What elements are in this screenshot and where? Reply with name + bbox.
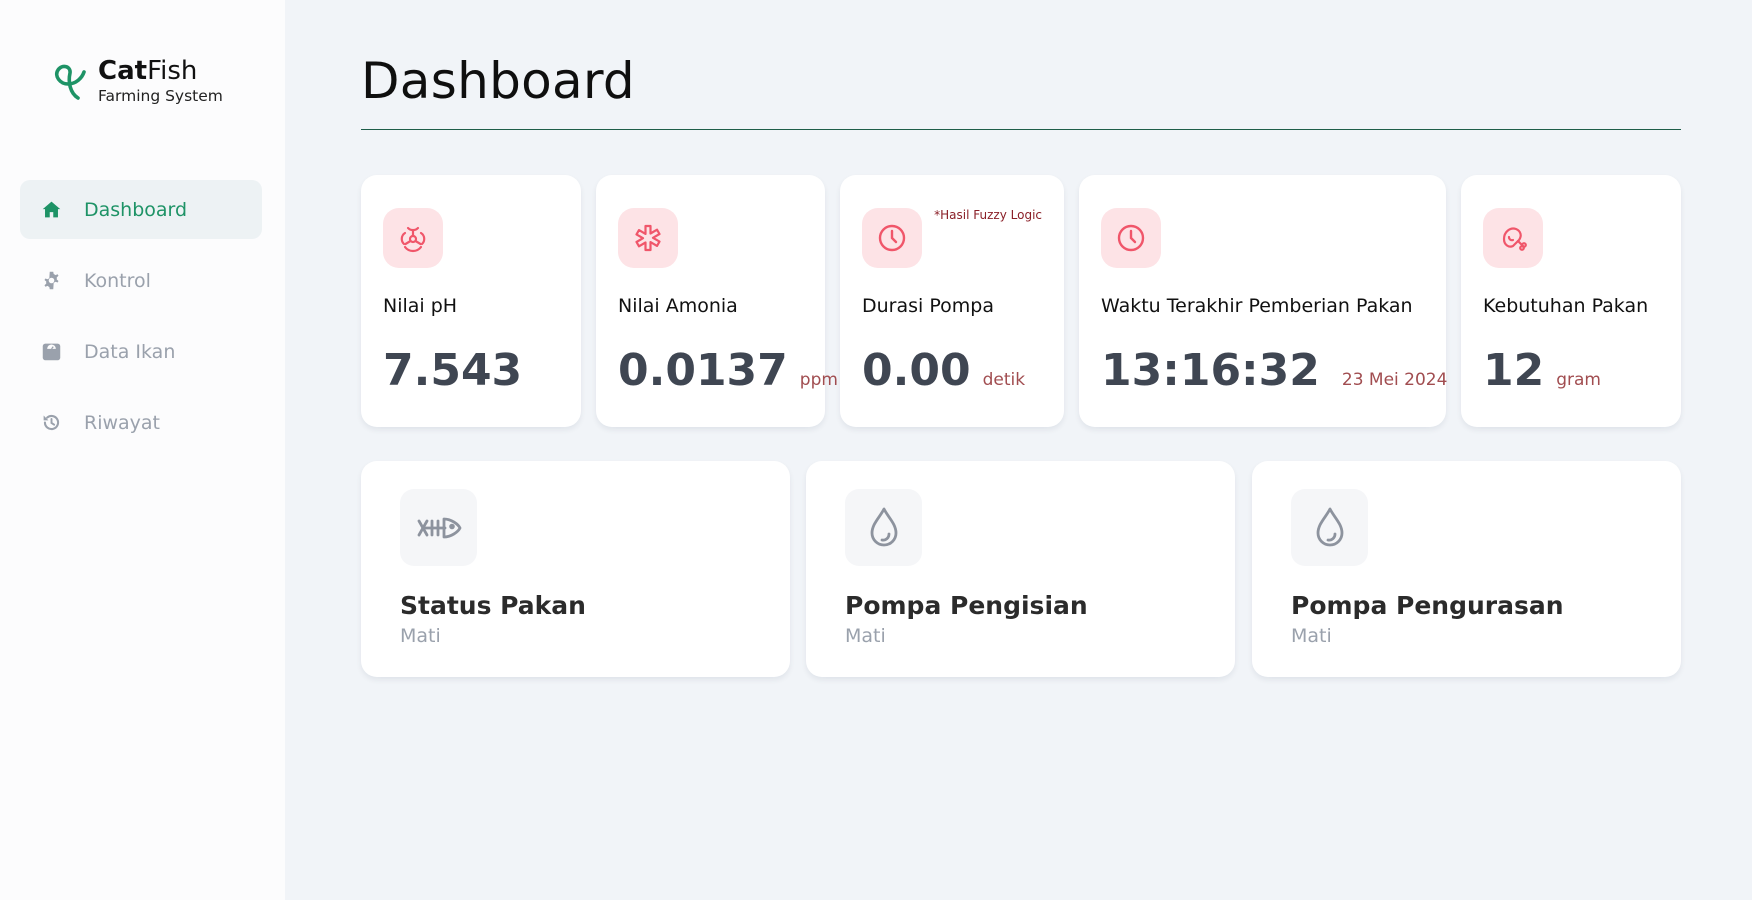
biohazard-icon bbox=[383, 208, 443, 268]
stat-date: 23 Mei 2024 bbox=[1341, 370, 1448, 390]
page-title: Dashboard bbox=[361, 52, 635, 110]
stat-card-amonia: Nilai Amonia 0.0137 ppm bbox=[596, 175, 838, 427]
status-card-pompa-pengurasan: Pompa Pengurasan Mati bbox=[1252, 461, 1681, 677]
status-value: Mati bbox=[845, 625, 886, 647]
sidebar-item-dashboard[interactable]: Dashboard bbox=[20, 180, 262, 239]
stat-card-ph: Nilai pH 7.543 bbox=[361, 175, 581, 427]
stat-card-durasi-pompa: *Hasil Fuzzy Logic Durasi Pompa 0.00 det… bbox=[840, 175, 1064, 427]
sidebar-item-kontrol[interactable]: Kontrol bbox=[20, 251, 262, 310]
sidebar-item-riwayat[interactable]: Riwayat bbox=[20, 393, 262, 452]
brand-subtitle: Farming System bbox=[98, 87, 223, 105]
title-divider bbox=[361, 129, 1681, 130]
water-drop-icon bbox=[1291, 489, 1368, 566]
brand[interactable]: CatFish Farming System bbox=[48, 56, 223, 105]
stat-value: 0.00 bbox=[862, 345, 971, 396]
status-value: Mati bbox=[1291, 625, 1332, 647]
status-card-pakan: Status Pakan Mati bbox=[361, 461, 790, 677]
water-drop-icon bbox=[845, 489, 922, 566]
stat-unit: gram bbox=[1556, 370, 1601, 390]
scale-icon bbox=[40, 341, 62, 363]
fuzzy-logic-note: *Hasil Fuzzy Logic bbox=[934, 208, 1042, 222]
stat-unit: detik bbox=[982, 370, 1026, 390]
clock-icon bbox=[862, 208, 922, 268]
gear-icon bbox=[40, 270, 62, 292]
stat-value: 7.543 bbox=[383, 345, 523, 396]
home-icon bbox=[40, 199, 62, 221]
stat-unit: ppm bbox=[799, 370, 838, 390]
stat-card-waktu-pakan: Waktu Terakhir Pemberian Pakan 13:16:32 … bbox=[1079, 175, 1448, 427]
stat-value: 12 bbox=[1483, 345, 1545, 396]
stat-label: Kebutuhan Pakan bbox=[1483, 295, 1649, 317]
fish-bone-icon bbox=[400, 489, 477, 566]
sidebar: CatFish Farming System Dashboard Kontrol… bbox=[0, 0, 285, 900]
status-title: Status Pakan bbox=[400, 591, 586, 620]
status-card-pompa-pengisian: Pompa Pengisian Mati bbox=[806, 461, 1235, 677]
sidebar-item-data-ikan[interactable]: Data Ikan bbox=[20, 322, 262, 381]
status-value: Mati bbox=[400, 625, 441, 647]
stat-value: 13:16:32 bbox=[1101, 345, 1320, 396]
sidebar-nav: Dashboard Kontrol Data Ikan Riwayat bbox=[20, 180, 262, 464]
status-title: Pompa Pengurasan bbox=[1291, 591, 1564, 620]
sidebar-item-label: Kontrol bbox=[84, 269, 151, 292]
status-title: Pompa Pengisian bbox=[845, 591, 1088, 620]
stat-card-kebutuhan-pakan: Kebutuhan Pakan 12 gram bbox=[1461, 175, 1681, 427]
stat-label: Nilai Amonia bbox=[618, 295, 738, 317]
sidebar-item-label: Data Ikan bbox=[84, 340, 176, 363]
meat-icon bbox=[1483, 208, 1543, 268]
brand-title: CatFish bbox=[98, 56, 198, 86]
asterisk-icon bbox=[618, 208, 678, 268]
sidebar-item-label: Dashboard bbox=[84, 198, 188, 221]
sidebar-item-label: Riwayat bbox=[84, 411, 160, 434]
history-icon bbox=[40, 412, 62, 434]
catfish-logo-icon bbox=[54, 64, 86, 100]
stat-label: Durasi Pompa bbox=[862, 295, 994, 317]
stat-label: Nilai pH bbox=[383, 295, 458, 317]
clock-icon bbox=[1101, 208, 1161, 268]
stat-value: 0.0137 bbox=[618, 345, 788, 396]
stat-label: Waktu Terakhir Pemberian Pakan bbox=[1101, 295, 1413, 317]
